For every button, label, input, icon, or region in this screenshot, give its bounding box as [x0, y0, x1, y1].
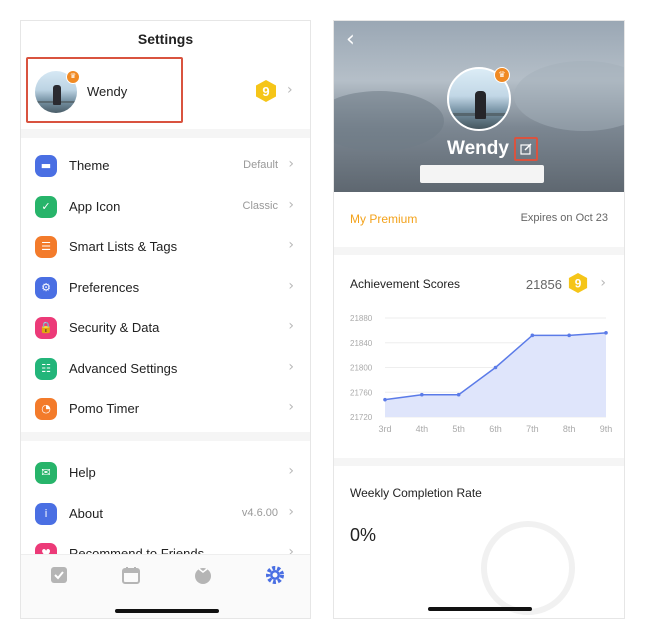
chevron-right-icon: ›	[288, 503, 294, 520]
divider	[334, 458, 624, 466]
crown-icon: ♛	[494, 67, 510, 83]
menu-item-label: Theme	[69, 158, 110, 173]
level-hex-badge-icon: 9	[256, 80, 276, 102]
chevron-right-icon: ›	[288, 277, 294, 294]
premium-expiry: Expires on Oct 23	[520, 212, 608, 224]
achievement-title: Achievement Scores	[350, 277, 461, 291]
menu-item-label: About	[69, 505, 103, 521]
info-icon: i	[35, 502, 57, 525]
menu-item-pomo-timer[interactable]: ◔ Pomo Timer ›	[21, 390, 310, 430]
menu-item-security-data[interactable]: 🔒 Security & Data ›	[21, 309, 310, 349]
svg-text:9: 9	[575, 277, 582, 291]
menu-item-smart-lists-tags[interactable]: ☰ Smart Lists & Tags ›	[21, 228, 310, 268]
achievement-score: 21856	[525, 277, 562, 292]
chevron-right-icon: ›	[288, 237, 294, 253]
back-arrow-icon[interactable]: ‹	[346, 27, 355, 52]
chevron-right-icon[interactable]: ›	[600, 275, 606, 291]
lock-icon: 🔒	[35, 317, 57, 339]
tasks-checkbox-icon[interactable]	[49, 565, 69, 585]
menu-item-about[interactable]: i About v4.6.00 ›	[21, 495, 310, 535]
y-tick-label: 21800	[350, 364, 373, 373]
highlight-box	[26, 57, 183, 123]
divider	[21, 432, 310, 441]
edit-name-button[interactable]	[514, 137, 538, 161]
chevron-right-icon: ›	[288, 463, 294, 479]
x-tick-label: 9th	[600, 424, 613, 434]
menu-item-advanced-settings[interactable]: ☷ Advanced Settings ›	[21, 350, 310, 390]
chart-point	[493, 365, 498, 370]
menu-item-app-icon[interactable]: ✓ App Icon Classic ›	[21, 188, 310, 228]
edit-pencil-icon	[520, 143, 532, 155]
weekly-title: Weekly Completion Rate	[350, 486, 482, 500]
chart-point	[567, 333, 571, 338]
y-tick-label: 21840	[350, 339, 373, 348]
y-tick-label: 21760	[350, 388, 373, 397]
menu-item-label: Smart Lists & Tags	[69, 239, 178, 254]
profile-screen: ‹ ♛ Wendy My Premium Expires on Oct 23 A…	[333, 20, 625, 619]
weekly-rate-value: 0%	[350, 525, 377, 545]
menu-item-label: App Icon	[69, 198, 121, 214]
x-tick-label: 8th	[563, 424, 576, 434]
y-tick-label: 21880	[350, 314, 373, 323]
smart-lists-icon: ☰	[35, 236, 57, 258]
chevron-right-icon: ›	[288, 318, 294, 334]
divider	[334, 247, 624, 255]
menu-item-theme[interactable]: ▬ Theme Default ›	[21, 147, 310, 187]
x-tick-label: 4th	[416, 424, 429, 434]
help-chat-icon: ✉	[35, 462, 57, 484]
x-tick-label: 3rd	[378, 424, 391, 434]
achievement-chart: 21880 21840 21800 21760 21720 3rd 4th 5th 6th 7th…	[350, 314, 613, 434]
menu-item-preferences[interactable]: ⚙ Preferences ›	[21, 269, 310, 309]
menu-item-label: Security & Data	[69, 320, 160, 335]
x-tick-label: 7th	[526, 424, 539, 434]
calendar-icon[interactable]	[121, 565, 141, 585]
menu-item-label: Preferences	[69, 279, 140, 295]
preferences-gear-icon: ⚙	[35, 276, 57, 299]
chart-point	[420, 392, 424, 397]
chevron-right-icon: ›	[288, 358, 294, 375]
chart-point	[604, 331, 608, 335]
divider	[21, 129, 310, 138]
menu-item-help[interactable]: ✉ Help ›	[21, 454, 310, 494]
sliders-icon: ☷	[35, 357, 57, 380]
weekly-ring-chart	[481, 521, 575, 615]
settings-screen: Settings ♛ Wendy 9 › ▬ Theme Default › ✓ App …	[20, 20, 311, 619]
x-tick-label: 6th	[489, 424, 502, 434]
page-title: Settings	[137, 31, 194, 47]
x-tick-label: 5th	[452, 424, 465, 434]
menu-item-value: Classic	[242, 199, 278, 212]
chart-area	[385, 332, 606, 417]
y-tick-label: 21720	[350, 413, 373, 422]
pomo-timer-icon: ◔	[35, 398, 57, 420]
app-icon-check-icon: ✓	[35, 195, 57, 218]
tab-bar	[21, 554, 310, 618]
pomo-icon[interactable]	[193, 565, 213, 585]
menu-item-label: Help	[69, 465, 96, 480]
chart-point	[456, 392, 461, 397]
menu-item-label: Pomo Timer	[69, 401, 140, 416]
chevron-right-icon: ›	[288, 156, 294, 172]
home-indicator	[428, 607, 532, 611]
chart-point	[530, 333, 535, 338]
premium-label[interactable]: My Premium	[350, 212, 417, 226]
svg-text:9: 9	[262, 84, 269, 99]
chart-point	[383, 397, 387, 402]
chevron-right-icon: ›	[288, 196, 294, 213]
chevron-right-icon: ›	[288, 399, 294, 415]
theme-icon: ▬	[35, 155, 57, 177]
chevron-right-icon: ›	[287, 82, 293, 98]
home-indicator	[115, 609, 219, 613]
menu-item-value: Default	[243, 159, 278, 171]
redacted-email	[420, 165, 544, 183]
profile-name: Wendy	[447, 138, 509, 159]
level-hex-badge-icon: 9	[568, 273, 588, 293]
menu-item-value: v4.6.00	[241, 506, 278, 519]
menu-item-label: Advanced Settings	[69, 360, 178, 376]
settings-gear-icon[interactable]	[265, 565, 285, 585]
